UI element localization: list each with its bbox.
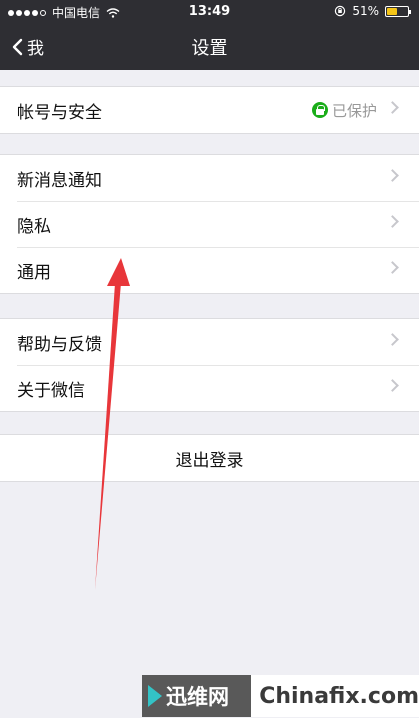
protection-status-text: 已保护 <box>331 101 377 120</box>
logout-group: 退出登录 <box>0 434 419 482</box>
general-label: 通用 <box>17 262 51 283</box>
chevron-right-icon <box>386 261 399 274</box>
account-security-item[interactable]: 帐号与安全 已保护 <box>0 87 419 133</box>
watermark-en-text: Chinafix.com <box>251 675 419 717</box>
orientation-lock-icon <box>335 5 346 17</box>
settings-screen: 中国电信 13:49 51% 我 设置 帐号与安全 已保护 新消息通知 隐私 通… <box>0 0 419 718</box>
nav-bar: 我 设置 <box>0 24 419 70</box>
battery-percent: 51% <box>352 4 379 18</box>
help-feedback-label: 帮助与反馈 <box>17 334 102 355</box>
chevron-right-icon <box>386 379 399 392</box>
general-item[interactable]: 通用 <box>0 247 419 293</box>
status-bar: 中国电信 13:49 51% <box>0 0 419 24</box>
chevron-right-icon <box>386 169 399 182</box>
watermark-cn-block: 迅维网 <box>142 675 252 717</box>
page-title: 设置 <box>191 38 228 59</box>
about-label: 关于微信 <box>17 380 85 401</box>
about-item[interactable]: 关于微信 <box>0 365 419 411</box>
status-right: 51% <box>334 4 411 18</box>
chevron-right-icon <box>386 333 399 346</box>
preferences-group: 新消息通知 隐私 通用 <box>0 154 419 294</box>
logout-button[interactable]: 退出登录 <box>0 435 419 481</box>
battery-icon <box>385 5 411 17</box>
help-feedback-item[interactable]: 帮助与反馈 <box>0 319 419 365</box>
lock-icon <box>311 102 328 118</box>
account-security-label: 帐号与安全 <box>17 102 102 123</box>
privacy-label: 隐私 <box>17 216 51 237</box>
notifications-item[interactable]: 新消息通知 <box>0 155 419 201</box>
battery-level <box>387 7 398 15</box>
account-group: 帐号与安全 已保护 <box>0 86 419 134</box>
support-group: 帮助与反馈 关于微信 <box>0 318 419 412</box>
chevron-right-icon <box>386 215 399 228</box>
notifications-label: 新消息通知 <box>17 170 102 191</box>
protection-status: 已保护 <box>311 87 377 133</box>
logout-label: 退出登录 <box>175 450 244 471</box>
watermark-logo-icon <box>148 685 162 707</box>
top-bar: 中国电信 13:49 51% 我 设置 <box>0 0 419 70</box>
privacy-item[interactable]: 隐私 <box>0 201 419 247</box>
chevron-right-icon <box>386 101 399 114</box>
watermark: 迅维网 Chinafix.com <box>142 675 419 717</box>
watermark-cn-text: 迅维网 <box>166 685 229 709</box>
